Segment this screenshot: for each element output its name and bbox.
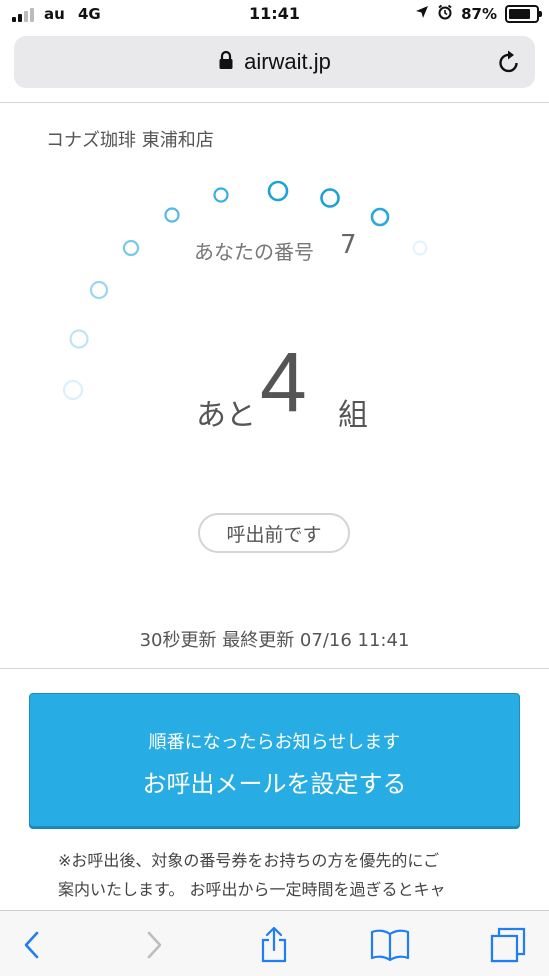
ring-dot	[69, 329, 89, 349]
alarm-icon	[437, 4, 453, 24]
ring-dot	[320, 188, 340, 208]
content-divider	[0, 668, 549, 669]
ring-dot	[62, 379, 84, 401]
update-info: 30秒更新 最終更新 07/16 11:41	[139, 630, 410, 651]
ring-dot	[412, 240, 428, 256]
bookmarks-icon[interactable]	[370, 925, 410, 965]
notice-line: 案内いたします。 お呼出から一定時間を過ぎるとキャ	[58, 880, 446, 899]
address-bar[interactable]: airwait.jp	[14, 36, 535, 88]
lock-icon	[218, 50, 234, 74]
ring-dot	[164, 207, 180, 223]
store-name: コナズ珈琲 東浦和店	[46, 130, 214, 151]
ring-dot	[267, 180, 289, 202]
cta-main-label: お呼出メールを設定する	[142, 770, 407, 798]
screen: au 4G 11:41 87% airwait.jp コナズ珈琲 東浦和店 あな…	[0, 0, 549, 976]
share-icon[interactable]	[254, 925, 294, 965]
your-number: 7	[340, 230, 357, 260]
status-bar: au 4G 11:41 87%	[0, 0, 549, 30]
ring-dot	[213, 187, 229, 203]
forward-icon[interactable]	[134, 925, 174, 965]
back-icon[interactable]	[12, 925, 52, 965]
remaining-prefix: あと	[196, 398, 256, 433]
header-divider	[0, 102, 549, 103]
notice-line: ※お呼出後、対象の番号券をお持ちの方を優先的にご	[58, 851, 440, 870]
remaining-groups-count: 4	[260, 335, 307, 429]
location-arrow-icon	[415, 5, 429, 23]
status-right-group: 87%	[415, 4, 542, 24]
ring-dot	[122, 239, 140, 257]
url-text: airwait.jp	[244, 49, 331, 74]
reload-icon[interactable]	[497, 49, 521, 79]
cta-sub-label: 順番になったらお知らせします	[148, 732, 401, 753]
your-number-label: あなたの番号	[194, 240, 314, 264]
battery-percent: 87%	[461, 5, 497, 23]
remaining-suffix: 組	[338, 398, 368, 433]
ring-dot	[370, 207, 390, 227]
battery-icon	[505, 5, 542, 23]
ring-dot	[89, 280, 109, 300]
browser-toolbar	[0, 910, 549, 976]
tabs-icon[interactable]	[488, 925, 528, 965]
set-notification-email-button[interactable]: 順番になったらお知らせします お呼出メールを設定する	[29, 693, 520, 827]
status-badge: 呼出前です	[198, 513, 350, 553]
